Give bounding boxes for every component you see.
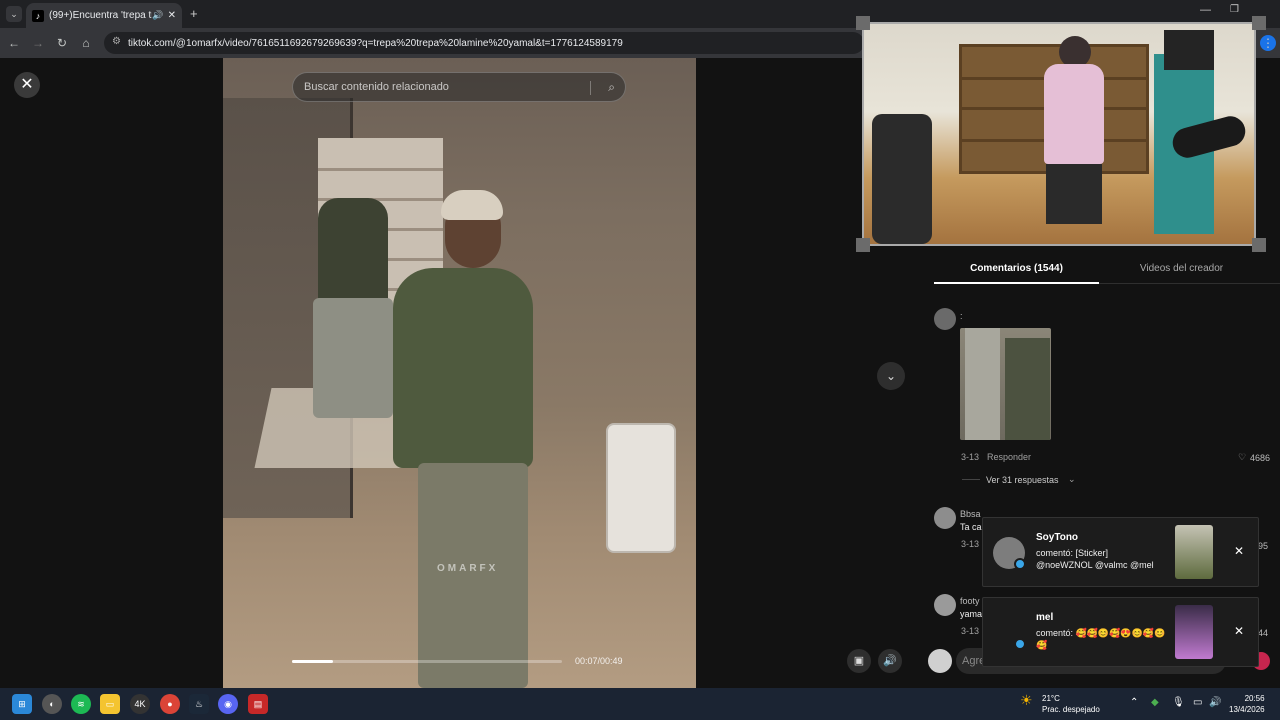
comment-date: 3-13 [961,539,980,549]
related-search-input[interactable]: Buscar contenido relacionado ⌕ [292,72,626,102]
tab-title: (99+)Encuentra 'trepa trepa [49,10,152,21]
close-icon[interactable]: ✕ [1234,544,1244,558]
tab-search-button[interactable]: ⌄ [6,6,22,22]
4k-app-icon[interactable]: 4K [130,694,150,714]
video-watermark: OMARFX [437,563,499,574]
suitcase [606,423,676,553]
microphone-icon[interactable]: 🎙 [1172,697,1185,708]
weather-temp: 21°C [1042,694,1060,703]
steam-icon[interactable]: ♨ [189,694,209,714]
video-player[interactable] [223,58,696,688]
pip-icon[interactable]: ▣ [847,649,871,673]
comment-user[interactable]: : [960,311,963,321]
forward-icon[interactable]: → [30,35,46,51]
url-text: tiktok.com/@1omarfx/video/76165116926792… [128,37,623,49]
notification-toast[interactable]: SoyTono comentó: [Sticker] @noeWZNOL @va… [982,517,1259,587]
notification-toast[interactable]: mel comentó: 🥰🥰😊🥰😍😊🥰😊🥰 ✕ [982,597,1259,667]
reload-icon[interactable]: ↻ [54,35,70,51]
clock-time: 20:56 [1244,694,1265,703]
discord-icon[interactable]: ◉ [218,694,238,714]
weather-desc: Prac. despejado [1042,705,1100,714]
close-video-button[interactable]: ✕ [14,72,40,98]
notification-text: comentó: [Sticker] @noeWZNOL @valmc @mel [1036,548,1154,570]
windows-start-icon[interactable]: ⊞ [12,694,32,714]
gaming-chair [872,114,932,244]
search-icon[interactable]: ⌕ [608,80,615,95]
avatar[interactable] [934,594,956,616]
progress-fill [292,660,333,663]
avatar[interactable] [934,507,956,529]
my-avatar[interactable] [928,649,952,673]
video-time: 00:07/00:49 [575,656,623,666]
close-tab-icon[interactable]: ✕ [168,10,176,21]
notification-name: SoyTono [1036,532,1079,543]
reply-button[interactable]: Responder [987,452,1031,462]
comment-user[interactable]: Bbsa [960,509,981,519]
clock-date: 13/4/2026 [1229,705,1265,714]
comment-user[interactable]: footy [960,596,980,606]
site-info-icon[interactable]: ⚙ [112,36,121,47]
comment-date: 3-13 [961,626,980,636]
spotify-icon[interactable]: ≋ [71,694,91,714]
comment-sticker [960,328,1051,440]
weather-widget[interactable]: ☀ 21°C Prac. despejado [1020,693,1100,715]
chrome-icon[interactable]: ● [160,694,180,714]
system-clock[interactable]: 20:56 13/4/2026 [1229,693,1265,715]
back-icon[interactable]: ← [6,35,22,51]
chevron-up-icon[interactable]: ⌃ [1130,697,1138,708]
browser-menu-icon[interactable]: ⋮ [1260,35,1276,51]
minimize-button[interactable]: — [1200,4,1211,16]
comment-text: Ta ca [960,522,982,532]
webcam-overlay [862,22,1256,246]
url-bar[interactable]: ⚙ tiktok.com/@1omarfx/video/761651169267… [104,32,864,54]
search-placeholder: Buscar contenido relacionado [304,81,449,93]
obs-icon[interactable]: ▤ [248,694,268,714]
tiktok-badge-icon [1014,638,1026,650]
notification-name: mel [1036,612,1054,623]
shield-icon[interactable]: ◆ [1151,697,1159,708]
weather-icon: ☀ [1020,692,1033,708]
like-count: 4686 [1250,453,1271,463]
next-video-button[interactable]: ⌄ [877,362,905,390]
speaker-icon[interactable]: 🔊 [1209,697,1221,708]
browser-tab[interactable]: ♪ (99+)Encuentra 'trepa trepa 🔊 ✕ [26,3,182,28]
tiktok-icon: ♪ [32,9,44,22]
chevron-down-icon[interactable]: ⌄ [1068,474,1076,485]
streamer [1044,64,1104,164]
view-replies-button[interactable]: Ver 31 respuestas [986,475,1059,485]
comment-date: 3-13 [961,452,980,462]
person [393,268,533,468]
notification-thumbnail [1175,525,1213,579]
tiktok-badge-icon [1014,558,1026,570]
tab-comments[interactable]: Comentarios (1544) [934,254,1099,284]
like-count: 44 [1258,628,1269,638]
tab-creator-videos[interactable]: Videos del creador [1099,254,1264,284]
new-tab-button[interactable]: + [190,6,198,21]
file-explorer-icon[interactable]: ▭ [100,694,120,714]
restore-button[interactable]: ❐ [1230,4,1239,15]
video-progress-bar[interactable] [292,660,562,663]
close-icon[interactable]: ✕ [1234,624,1244,638]
panel-tabs: Comentarios (1544) Videos del creador [934,254,1280,284]
speaker-icon[interactable]: 🔊 [152,10,163,21]
app-icon[interactable]: ◐ [42,694,62,714]
home-icon[interactable]: ⌂ [78,35,94,51]
avatar[interactable] [934,308,956,330]
notification-thumbnail [1175,605,1213,659]
comment-text: yama [960,609,983,619]
volume-icon[interactable]: 🔊 [878,649,902,673]
taskbar: ⊞ ◐ ≋ ▭ 4K ● ♨ ◉ ▤ ☀ 21°C Prac. despejad… [0,688,1280,720]
like-count: 95 [1258,541,1269,551]
network-icon[interactable]: ▭ [1193,697,1202,708]
notification-text: comentó: 🥰🥰😊🥰😍😊🥰😊🥰 [1036,628,1166,650]
like-icon[interactable]: ♡ [1238,452,1246,463]
